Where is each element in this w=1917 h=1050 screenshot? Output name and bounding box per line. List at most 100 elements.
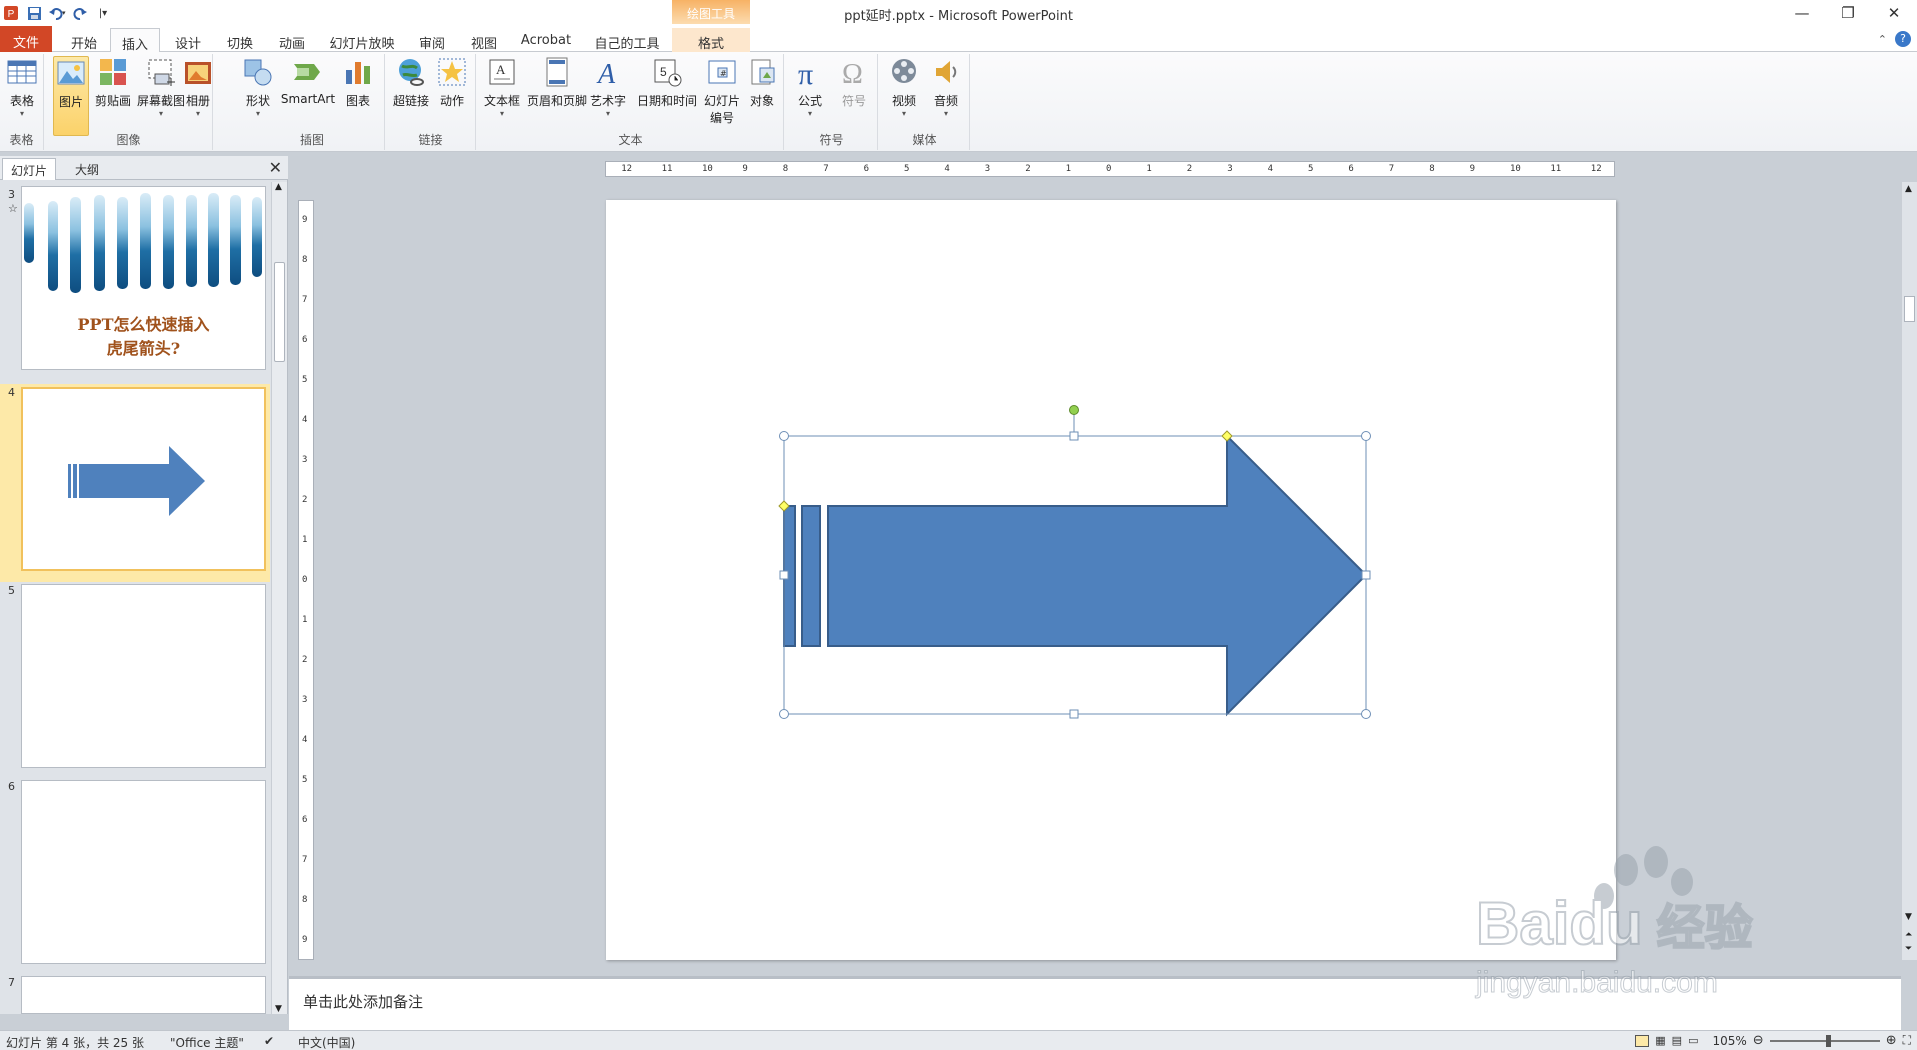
slide-sorter-view-icon[interactable]: ▦ bbox=[1655, 1034, 1665, 1047]
arrow-shape-canvas bbox=[778, 405, 1371, 719]
tab-slides[interactable]: 幻灯片 bbox=[2, 158, 56, 180]
restore-button[interactable]: ❐ bbox=[1825, 0, 1871, 26]
chart-button[interactable]: 图表 bbox=[340, 56, 376, 109]
speaker-icon bbox=[936, 61, 957, 83]
header-footer-button[interactable]: 页眉和页脚 bbox=[526, 56, 588, 109]
title-bar: P ▾ |▾ 绘图工具 ppt延时.pptx - Microsoft Power… bbox=[0, 0, 1917, 26]
scroll-up-icon[interactable]: ▲ bbox=[275, 182, 282, 192]
theme-status[interactable]: "Office 主题" bbox=[170, 1034, 244, 1050]
textbox-icon: A bbox=[489, 59, 515, 85]
slideshow-view-icon[interactable]: ▭ bbox=[1688, 1034, 1698, 1047]
tab-animations[interactable]: 动画 bbox=[270, 28, 314, 52]
picture-button[interactable]: 图片 bbox=[53, 56, 89, 136]
minimize-ribbon-icon[interactable]: ⌃ bbox=[1878, 33, 1887, 46]
help-icon[interactable]: ? bbox=[1895, 31, 1911, 47]
ruler-tick-label: 1 bbox=[302, 615, 308, 625]
tab-format[interactable]: 格式 bbox=[672, 28, 750, 52]
window-controls: — ❐ ✕ bbox=[1779, 0, 1917, 26]
slide-canvas[interactable] bbox=[606, 200, 1616, 960]
ruler-tick-label: 8 bbox=[782, 164, 789, 174]
shapes-button[interactable]: 形状 ▾ bbox=[240, 56, 276, 119]
slide-thumbnail-3[interactable]: 3 ☆ PPT怎么快速插入 虎尾箭头? bbox=[0, 186, 270, 376]
tab-acrobat[interactable]: Acrobat bbox=[516, 28, 576, 52]
date-time-button[interactable]: 5 日期和时间 bbox=[634, 56, 700, 109]
scroll-thumb[interactable] bbox=[1904, 296, 1915, 322]
zoom-out-icon[interactable]: ⊖ bbox=[1753, 1033, 1764, 1048]
resize-handle-s[interactable] bbox=[1069, 709, 1079, 719]
tab-file[interactable]: 文件 bbox=[0, 26, 52, 52]
spell-check-icon[interactable]: ✔ bbox=[264, 1034, 274, 1048]
ruler-tick-label: 4 bbox=[1267, 164, 1274, 174]
resize-handle-e[interactable] bbox=[1361, 570, 1371, 580]
scroll-down-icon[interactable]: ▼ bbox=[275, 1004, 282, 1014]
fit-slide-icon[interactable]: ⛶ bbox=[1903, 1033, 1911, 1048]
main-scrollbar[interactable]: ▲ ▼ ⏶ ⏷ bbox=[1901, 182, 1917, 960]
hyperlink-button[interactable]: 超链接 bbox=[390, 56, 432, 109]
screenshot-button[interactable]: 屏幕截图 ▾ bbox=[135, 56, 187, 119]
tab-own-tools[interactable]: 自己的工具 bbox=[588, 28, 666, 52]
language-status[interactable]: 中文(中国) bbox=[298, 1034, 355, 1050]
slide-thumb-6-preview bbox=[21, 780, 266, 964]
resize-handle-nw[interactable] bbox=[779, 431, 789, 441]
object-button[interactable]: 对象 bbox=[744, 56, 780, 109]
clipart-button[interactable]: 剪贴画 bbox=[93, 56, 133, 109]
notes-placeholder[interactable]: 单击此处添加备注 bbox=[303, 991, 423, 1012]
slide-thumbnail-6[interactable]: 6 bbox=[0, 778, 270, 968]
action-button[interactable]: 动作 bbox=[434, 56, 470, 109]
resize-handle-se[interactable] bbox=[1361, 709, 1371, 719]
resize-handle-n[interactable] bbox=[1069, 431, 1079, 441]
slide-thumbnail-4[interactable]: 4 bbox=[0, 384, 270, 582]
table-button[interactable]: 表格 ▾ bbox=[4, 56, 40, 119]
minimize-button[interactable]: — bbox=[1779, 0, 1825, 26]
slide-thumbnail-7[interactable]: 7 bbox=[0, 974, 270, 1014]
close-button[interactable]: ✕ bbox=[1871, 0, 1917, 26]
ribbon-tabs: 文件 开始 插入 设计 切换 动画 幻灯片放映 审阅 视图 Acrobat 自己… bbox=[0, 26, 1917, 53]
slides-panel-tabs: 幻灯片 大纲 ✕ bbox=[0, 156, 288, 180]
reading-view-icon[interactable]: ▤ bbox=[1672, 1034, 1682, 1047]
scroll-thumb[interactable] bbox=[274, 262, 285, 362]
tab-outline[interactable]: 大纲 bbox=[60, 158, 114, 180]
ruler-tick-label: 5 bbox=[302, 775, 308, 785]
slide-number-button[interactable]: # 幻灯片 编号 bbox=[700, 56, 744, 126]
previous-slide-icon[interactable]: ⏶ bbox=[1905, 930, 1912, 940]
zoom-level[interactable]: 105% bbox=[1712, 1034, 1746, 1048]
textbox-button[interactable]: A 文本框 ▾ bbox=[482, 56, 522, 119]
screenshot-icon bbox=[148, 59, 175, 86]
zoom-slider-thumb[interactable] bbox=[1825, 1034, 1831, 1047]
album-button[interactable]: 相册 ▾ bbox=[183, 56, 213, 119]
ruler-tick-label: 7 bbox=[302, 295, 308, 305]
equation-button[interactable]: π 公式 ▾ bbox=[790, 56, 830, 119]
video-button[interactable]: 视频 ▾ bbox=[884, 56, 924, 119]
resize-handle-ne[interactable] bbox=[1361, 431, 1371, 441]
zoom-in-icon[interactable]: ⊕ bbox=[1886, 1033, 1897, 1048]
resize-handle-w[interactable] bbox=[779, 570, 789, 580]
scroll-up-icon[interactable]: ▲ bbox=[1905, 184, 1912, 194]
tab-view[interactable]: 视图 bbox=[462, 28, 506, 52]
normal-view-icon[interactable] bbox=[1635, 1034, 1650, 1047]
slides-panel-scrollbar[interactable]: ▲ ▼ bbox=[271, 182, 287, 1014]
arrow-tail-stripe-2[interactable] bbox=[801, 505, 821, 647]
tab-design[interactable]: 设计 bbox=[166, 28, 210, 52]
close-panel-icon[interactable]: ✕ bbox=[269, 158, 282, 177]
tab-home[interactable]: 开始 bbox=[62, 28, 106, 52]
tab-slideshow[interactable]: 幻灯片放映 bbox=[324, 28, 400, 52]
audio-button[interactable]: 音频 ▾ bbox=[926, 56, 966, 119]
wordart-button[interactable]: A 艺术字 ▾ bbox=[588, 56, 628, 119]
scroll-down-icon[interactable]: ▼ bbox=[1905, 912, 1912, 922]
ruler-tick-label: 2 bbox=[1025, 164, 1031, 174]
tab-review[interactable]: 审阅 bbox=[410, 28, 454, 52]
zoom-slider[interactable] bbox=[1769, 1034, 1880, 1047]
slide-thumbnail-5[interactable]: 5 bbox=[0, 582, 270, 772]
tab-transitions[interactable]: 切换 bbox=[218, 28, 262, 52]
svg-text:A: A bbox=[496, 62, 506, 77]
group-media: 视频 ▾ 音频 ▾ 媒体 bbox=[880, 54, 970, 150]
smartart-button[interactable]: SmartArt bbox=[280, 56, 336, 106]
striped-right-arrow-shape[interactable] bbox=[827, 433, 1368, 717]
resize-handle-sw[interactable] bbox=[779, 709, 789, 719]
tab-insert[interactable]: 插入 bbox=[110, 28, 160, 53]
slides-panel: 幻灯片 大纲 ✕ 3 ☆ PPT怎么快速插入 虎尾箭头? 4 5 6 7 ▲ ▼ bbox=[0, 156, 288, 1014]
ruler-tick-label: 3 bbox=[302, 455, 308, 465]
rotate-handle[interactable] bbox=[1069, 405, 1079, 415]
next-slide-icon[interactable]: ⏷ bbox=[1905, 944, 1912, 954]
symbol-button[interactable]: Ω 符号 bbox=[834, 56, 874, 109]
